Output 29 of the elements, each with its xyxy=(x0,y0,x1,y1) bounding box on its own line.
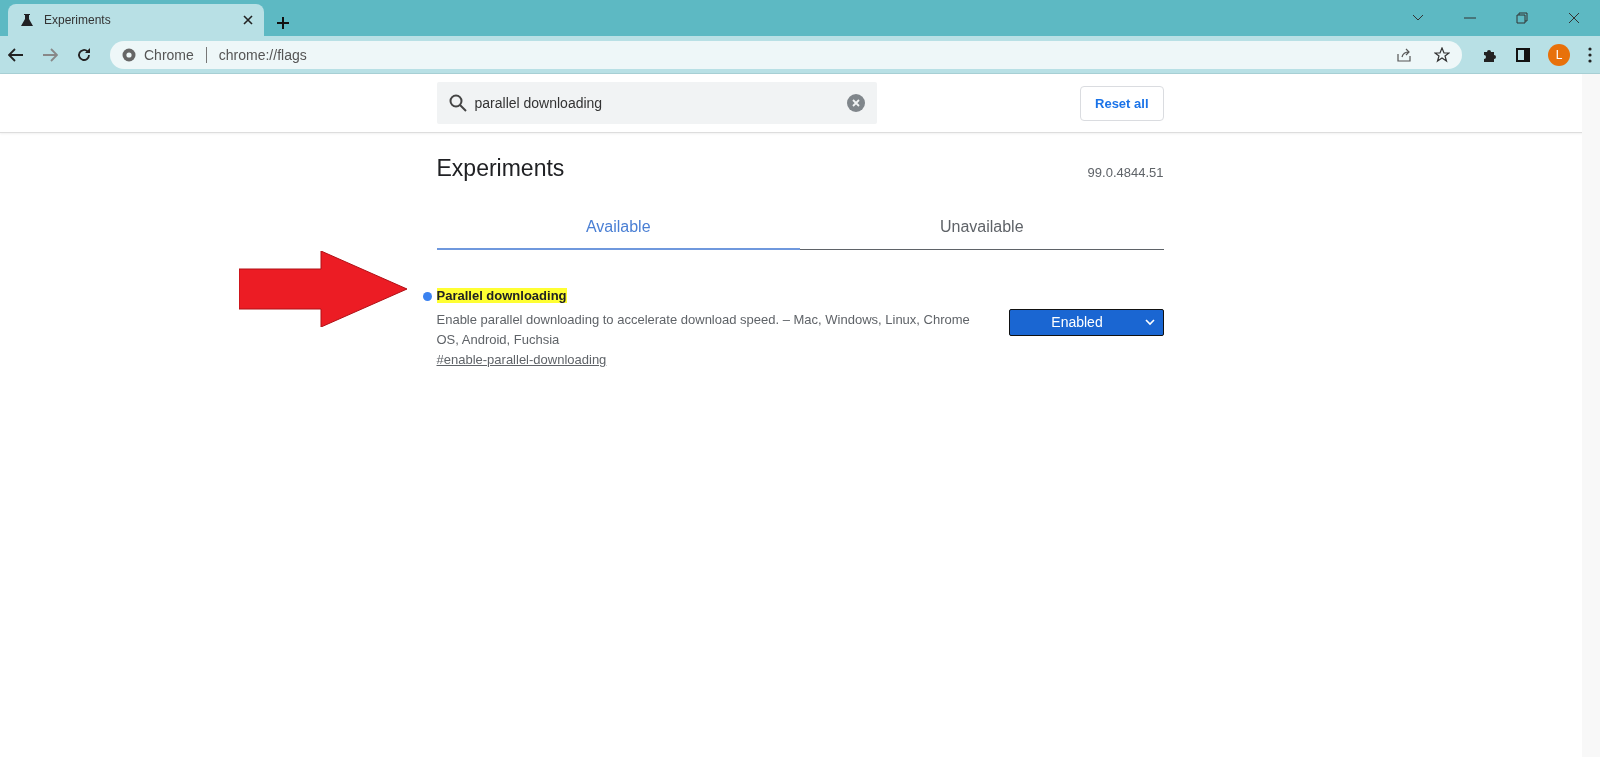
flask-icon xyxy=(20,13,34,27)
version-text: 99.0.4844.51 xyxy=(1087,165,1164,180)
side-panel-icon[interactable] xyxy=(1516,47,1530,62)
tab[interactable]: Available xyxy=(436,202,800,250)
flag-link[interactable]: #enable-parallel-downloading xyxy=(436,352,607,367)
browser-tab[interactable]: Experiments xyxy=(8,4,264,36)
reset-all-button[interactable]: Reset all xyxy=(1080,85,1164,121)
chevron-down-icon[interactable] xyxy=(1412,14,1424,22)
share-icon[interactable] xyxy=(1396,46,1412,63)
url-text: chrome://flags xyxy=(218,46,308,63)
tab[interactable]: Unavailable xyxy=(800,202,1164,250)
page-heading: Experiments xyxy=(436,155,565,182)
star-icon[interactable] xyxy=(1434,46,1450,63)
flag-dropdown[interactable]: Enabled xyxy=(1008,308,1164,336)
chevron-down-icon xyxy=(1144,318,1155,326)
menu-icon[interactable] xyxy=(1588,46,1592,63)
close-icon[interactable] xyxy=(1568,12,1580,24)
address-bar[interactable]: Chrome chrome://flags xyxy=(110,40,1462,69)
search-icon xyxy=(448,94,467,112)
site-label: Chrome xyxy=(144,46,194,63)
clear-icon[interactable] xyxy=(846,94,865,112)
flag-description: Enable parallel downloading to accelerate download speed. – Mac, Windows, Linux, Chrome OS, Android, Fuchsia xyxy=(436,311,971,349)
search-field[interactable]: parallel downloading xyxy=(436,82,877,124)
restore-icon[interactable] xyxy=(1516,12,1528,24)
reload-icon[interactable] xyxy=(76,46,92,63)
close-icon[interactable] xyxy=(242,14,254,26)
flag-title: Parallel downloading xyxy=(436,288,567,303)
new-tab-icon[interactable] xyxy=(276,16,290,30)
back-arrow-icon[interactable] xyxy=(8,47,24,62)
